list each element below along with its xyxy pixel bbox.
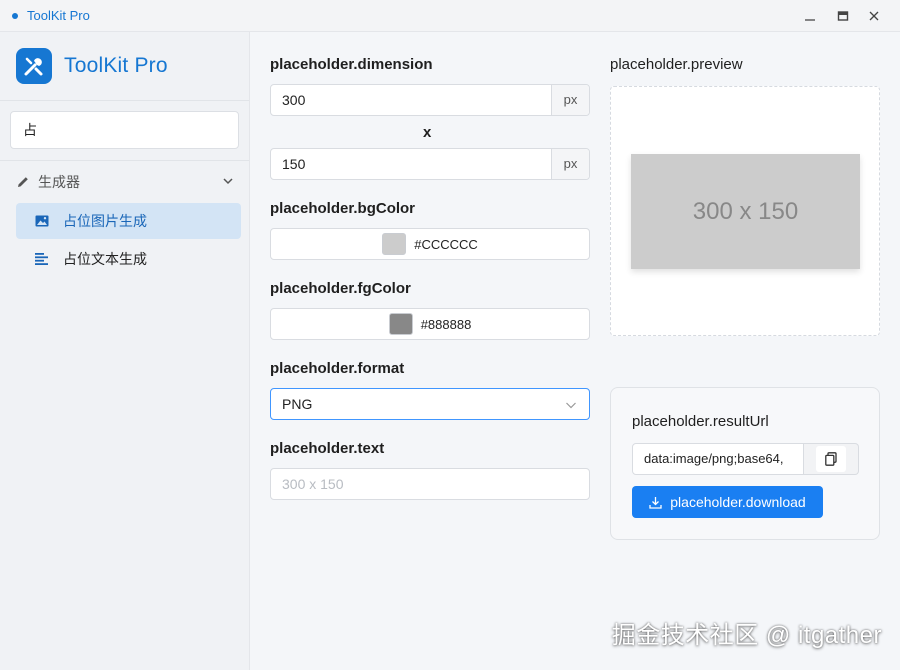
chevron-down-icon	[566, 402, 576, 409]
app-dot-icon	[12, 12, 18, 19]
text-lines-icon	[35, 252, 49, 266]
brand-name: ToolKit Pro	[64, 54, 168, 77]
fgcolor-swatch	[388, 313, 413, 335]
copy-icon	[825, 452, 837, 466]
dimension-label: placeholder.dimension	[270, 56, 433, 73]
format-label: placeholder.format	[270, 360, 405, 377]
brand: ToolKit Pro	[16, 48, 168, 84]
search-input[interactable]: 占	[10, 111, 239, 149]
bgcolor-value: #CCCCCC	[414, 236, 478, 252]
format-select[interactable]: PNG	[270, 388, 590, 420]
close-icon	[869, 11, 879, 21]
result-card: placeholder.resultUrl data:image/png;bas…	[610, 387, 880, 540]
maximize-icon	[837, 11, 849, 21]
chevron-down-icon	[223, 178, 233, 185]
fgcolor-value: #888888	[420, 316, 472, 332]
text-input[interactable]: 300 x 150	[270, 468, 590, 500]
download-icon	[649, 496, 662, 509]
width-input[interactable]: 300 px	[270, 84, 590, 116]
window-title: ToolKit Pro	[27, 8, 90, 23]
bgcolor-swatch	[382, 233, 407, 255]
preview-image: 300 x 150	[631, 154, 860, 269]
close-button[interactable]	[858, 0, 890, 32]
result-url-label: placeholder.resultUrl	[632, 413, 769, 430]
dimension-separator: x	[423, 124, 432, 141]
watermark: 掘金技术社区 @ itgather	[611, 622, 882, 649]
height-input[interactable]: 150 px	[270, 148, 590, 180]
format-value: PNG	[282, 396, 313, 412]
sidebar: ToolKit Pro 占 生成器 占位图片生成 占位文本生成	[0, 32, 250, 670]
result-url-input[interactable]: data:image/png;base64,	[632, 443, 804, 475]
width-value: 300	[282, 92, 306, 108]
sidebar-item-text-placeholder[interactable]: 占位文本生成	[16, 241, 241, 277]
title-bar: ToolKit Pro	[0, 0, 900, 32]
fgcolor-picker[interactable]: #888888	[270, 308, 590, 340]
preview-box: 300 x 150	[610, 86, 880, 336]
height-unit: px	[551, 149, 589, 179]
sidebar-item-label: 占位图片生成	[63, 213, 147, 229]
copy-button[interactable]	[804, 443, 859, 475]
minimize-icon	[805, 19, 815, 21]
toolkit-logo-icon	[16, 48, 52, 84]
fgcolor-label: placeholder.fgColor	[270, 280, 411, 297]
text-placeholder: 300 x 150	[282, 476, 344, 492]
image-icon	[35, 214, 49, 228]
sidebar-item-label: 占位文本生成	[63, 251, 147, 267]
sidebar-group-label: 生成器	[38, 174, 80, 190]
bgcolor-label: placeholder.bgColor	[270, 200, 416, 217]
maximize-button[interactable]	[827, 0, 859, 32]
preview-label: placeholder.preview	[610, 56, 743, 73]
minimize-button[interactable]	[794, 0, 826, 32]
bgcolor-picker[interactable]: #CCCCCC	[270, 228, 590, 260]
pencil-icon	[18, 177, 28, 187]
sidebar-divider	[0, 160, 249, 161]
sidebar-group-generators[interactable]: 生成器	[16, 169, 238, 195]
width-unit: px	[551, 85, 589, 115]
sidebar-item-image-placeholder[interactable]: 占位图片生成	[16, 203, 241, 239]
download-label: placeholder.download	[670, 494, 806, 510]
height-value: 150	[282, 156, 306, 172]
download-button[interactable]: placeholder.download	[632, 486, 823, 518]
text-label: placeholder.text	[270, 440, 385, 457]
sidebar-divider	[0, 100, 249, 101]
